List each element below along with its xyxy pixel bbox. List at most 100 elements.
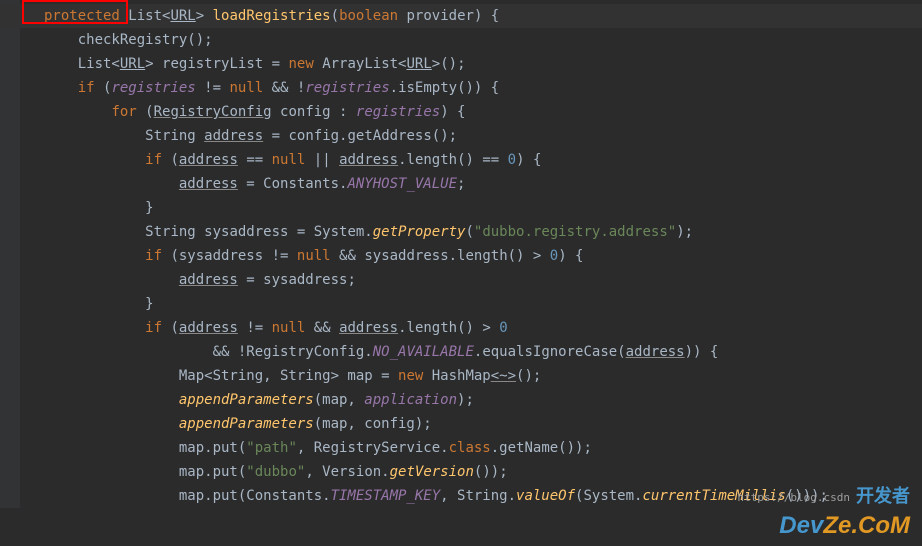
token: = Constants. [238,176,348,192]
code-line[interactable]: map.put("dubbo", Version.getVersion()); [20,460,922,484]
token: address [339,152,398,168]
code-editor[interactable]: protected List<URL> loadRegistries(boole… [0,0,922,508]
token: != [238,320,272,336]
watermark: 开发者 https://blog.csdn DevZe.CoM [779,514,910,538]
token: address [626,344,685,360]
token: String [145,128,204,144]
token: String sysaddress = System. [145,224,373,240]
token: null [229,80,271,96]
token: URL [120,56,145,72]
token: )) { [685,344,719,360]
token: ); [457,392,474,408]
token: ); [676,224,693,240]
code-line[interactable]: protected List<URL> loadRegistries(boole… [20,4,922,28]
token: ) { [558,248,583,264]
token: && !RegistryConfig. [213,344,373,360]
token: RegistryConfig [154,104,272,120]
token: > [196,8,213,24]
code-line[interactable]: if (address != null && address.length() … [20,316,922,340]
token: "dubbo.registry.address" [474,224,676,240]
token: registries [305,80,389,96]
token: checkRegistry(); [78,32,213,48]
code-line[interactable]: List<URL> registryList = new ArrayList<U… [20,52,922,76]
token: = config.getAddress(); [263,128,457,144]
token: HashMap [432,368,491,384]
token: appendParameters [179,392,314,408]
token: && sysaddress.length() > [339,248,550,264]
token: provider [407,8,474,24]
token: loadRegistries [213,8,331,24]
token: TIMESTAMP_KEY [331,488,441,504]
code-line[interactable]: appendParameters(map, application); [20,388,922,412]
token: if [145,152,170,168]
code-line[interactable]: if (registries != null && !registries.is… [20,76,922,100]
token: valueOf [516,488,575,504]
token: ANYHOST_VALUE [347,176,457,192]
token: registries [356,104,440,120]
token: .length() > [398,320,499,336]
watermark-cn: 开发者 [856,484,910,508]
token: getVersion [390,464,474,480]
code-line[interactable]: address = sysaddress; [20,268,922,292]
code-content[interactable]: protected List<URL> loadRegistries(boole… [20,4,922,508]
watermark-brand: DevZe.CoM [779,514,910,538]
token: boolean [339,8,406,24]
token: .length() == [398,152,508,168]
code-line[interactable]: for (RegistryConfig config : registries)… [20,100,922,124]
token: List< [128,8,170,24]
annotation-rectangle [22,0,128,24]
token: <~> [491,368,516,384]
token: && [314,320,339,336]
token: ) { [516,152,541,168]
watermark-url: https://blog.csdn [737,486,850,510]
token: = sysaddress; [238,272,356,288]
token: (System. [575,488,642,504]
token: URL [406,56,431,72]
token: map.put( [179,440,246,456]
token: map.put(Constants. [179,488,331,504]
code-line[interactable]: } [20,196,922,220]
code-line[interactable]: if (address == null || address.length() … [20,148,922,172]
token: ()); [474,464,508,480]
token: (sysaddress != [170,248,296,264]
token: map.put( [179,464,246,480]
token: address [179,176,238,192]
code-line[interactable]: Map<String, String> map = new HashMap<~>… [20,364,922,388]
code-line[interactable]: } [20,292,922,316]
code-line[interactable]: String address = config.getAddress(); [20,124,922,148]
code-line[interactable]: checkRegistry(); [20,28,922,52]
token: > registryList = [145,56,288,72]
token: ) { [440,104,465,120]
code-line[interactable]: if (sysaddress != null && sysaddress.len… [20,244,922,268]
code-line[interactable]: address = Constants.ANYHOST_VALUE; [20,172,922,196]
token: .getName()); [491,440,592,456]
token: == [238,152,272,168]
token: getProperty [373,224,466,240]
token: (); [516,368,541,384]
token: class [449,440,491,456]
token: 0 [508,152,516,168]
token: ( [170,152,178,168]
token: ( [145,104,153,120]
code-line[interactable]: String sysaddress = System.getProperty("… [20,220,922,244]
token: config : [272,104,356,120]
token: address [179,320,238,336]
token: } [145,296,153,312]
token: , RegistryService. [297,440,449,456]
token: != [196,80,230,96]
code-line[interactable]: appendParameters(map, config); [20,412,922,436]
token: new [398,368,432,384]
token: registries [111,80,195,96]
token: ArrayList< [322,56,406,72]
code-line[interactable]: && !RegistryConfig.NO_AVAILABLE.equalsIg… [20,340,922,364]
token: (map, config); [314,416,432,432]
code-line[interactable]: map.put("path", RegistryService.class.ge… [20,436,922,460]
token: && ! [272,80,306,96]
token: 0 [550,248,558,264]
token: , Version. [305,464,389,480]
token: address [339,320,398,336]
token: } [145,200,153,216]
token: 0 [499,320,507,336]
token: ; [457,176,465,192]
gutter [0,0,20,508]
